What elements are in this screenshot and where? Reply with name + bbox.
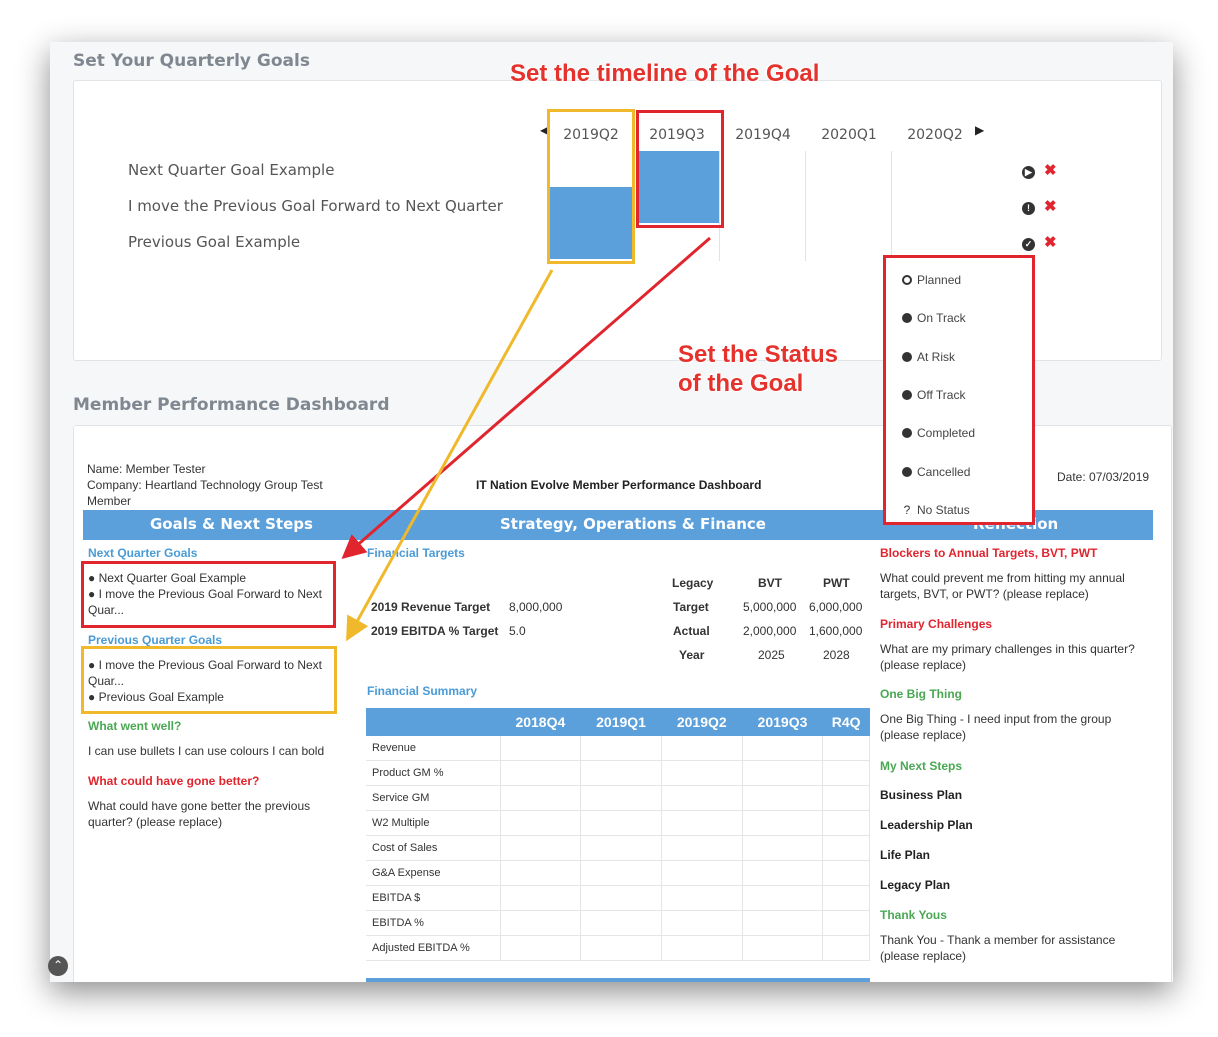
arrow-next-quarter: [341, 236, 711, 559]
arrow-previous-quarter: [346, 269, 554, 642]
app-window: Set Your Quarterly Goals ◀ 2019Q2 2019Q3…: [50, 42, 1173, 982]
annotation-arrows: [341, 236, 711, 642]
chevron-up-icon: ⌃: [53, 958, 64, 972]
scroll-up-button[interactable]: ⌃: [48, 956, 68, 976]
